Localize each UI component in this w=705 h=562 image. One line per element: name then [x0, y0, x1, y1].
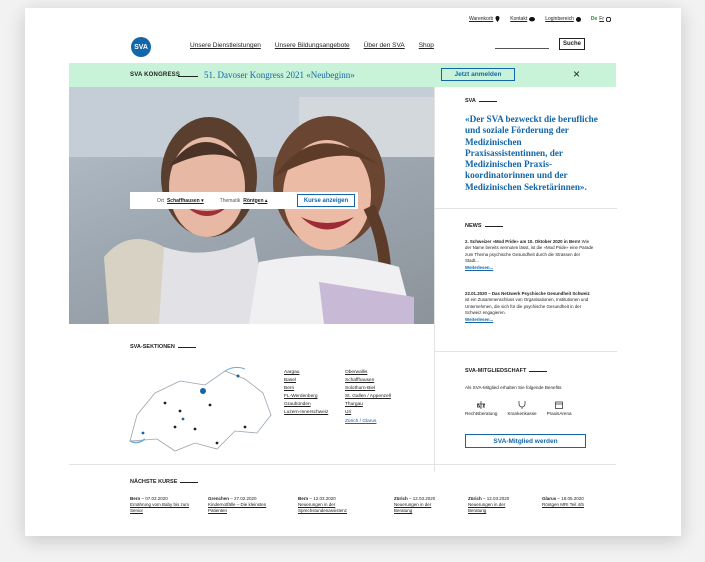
course-list: Bern – 07.03.2020 Ernährung vom Baby bis … [130, 496, 600, 515]
canton-link[interactable]: Bern [284, 386, 294, 391]
sidebar: SVA «Der SVA bezweckt die berufliche und… [434, 87, 617, 472]
location-pin-icon [495, 16, 500, 22]
news-item: 22.01.2020 – Das Netzwerk Psychische Ges… [465, 291, 590, 322]
canton-link[interactable]: Zürich / Glarus [345, 419, 376, 424]
show-courses-button[interactable]: Kurse anzeigen [297, 194, 355, 207]
chat-icon [529, 16, 536, 21]
ort-label: Ort [157, 197, 164, 204]
course-item[interactable]: Zürich – 12.03.2020 Neuerungen in der Ber… [468, 496, 524, 515]
canton-link[interactable]: FL-Werdenberg [284, 394, 318, 399]
user-icon [575, 16, 581, 22]
banner-tag: SVA KONGRESS [130, 72, 181, 78]
news-more-link[interactable]: Weiterlesen... [465, 265, 493, 270]
main-nav: Unsere Dienstleistungen Unsere Bildungsa… [190, 42, 434, 49]
canton-link[interactable]: Solothurn-Biel [345, 386, 375, 391]
courses-heading: NÄCHSTE KURSE [130, 479, 199, 485]
canton-list-1: Aargau Basel Bern FL-Werdenberg Graubünd… [284, 369, 328, 418]
register-button[interactable]: Jetzt anmelden [441, 68, 515, 81]
news-more-link[interactable]: Weiterlesen... [465, 317, 493, 322]
warenkorb-link[interactable]: Warenkorb [469, 16, 500, 22]
course-item[interactable]: Zürich – 12.03.2020 Neuerungen in der Ber… [394, 496, 450, 515]
utility-nav: Warenkorb Kontakt Loginbereich De Fr [469, 16, 611, 22]
course-item[interactable]: Bern – 12.03.2020 Neuerungen in der Sprec… [298, 496, 376, 515]
canton-link[interactable]: St. Gallen / Appenzell [345, 394, 391, 399]
canton-link[interactable]: Graubünden [284, 402, 311, 407]
course-item[interactable]: Bern – 07.03.2020 Ernährung vom Baby bis … [130, 496, 190, 515]
membership-heading: SVA-MITGLIEDSCHAFT [465, 368, 548, 374]
banner-rule [178, 76, 198, 77]
intro-quote: «Der SVA bezweckt die berufliche und soz… [465, 114, 598, 192]
ort-select[interactable]: Schaffhausen ▾ [167, 198, 204, 204]
benefit-krankenkasse: Krankenkasse [507, 401, 537, 416]
intro-heading: SVA [465, 98, 497, 104]
switzerland-map [129, 366, 272, 452]
login-link[interactable]: Loginbereich [545, 16, 581, 22]
nav-dienstleistungen[interactable]: Unsere Dienstleistungen [190, 42, 261, 49]
course-filter: Ort Schaffhausen ▾ Thematik Röntgen ▴ Ku… [130, 192, 358, 209]
canton-list-2: Oberwallis Schaffhausen Solothurn-Biel S… [345, 369, 391, 426]
course-item[interactable]: Glarus – 18.05.2020 Röntgen MRI Teil 4/5 [542, 496, 600, 515]
browser-page: Warenkorb Kontakt Loginbereich De Fr SVA … [25, 8, 681, 536]
stethoscope-icon [518, 401, 526, 409]
news-item: 2. Schweizer «Mod Pride» am 10. Oktober … [465, 239, 594, 270]
canton-link[interactable]: Aargau [284, 370, 299, 375]
canton-link[interactable]: Thurgau [345, 402, 363, 407]
globe-icon [606, 16, 611, 22]
canton-link[interactable]: Luzern-Innerschweiz [284, 410, 328, 415]
canton-link[interactable]: Schaffhausen [345, 378, 374, 383]
scales-icon [477, 401, 486, 409]
calendar-icon [555, 401, 563, 409]
nav-ueber-sva[interactable]: Über den SVA [364, 42, 405, 49]
banner-title: 51. Davoser Kongress 2021 «Neubeginn» [204, 70, 355, 80]
sva-logo[interactable]: SVA [131, 37, 151, 57]
canton-link[interactable]: Uri [345, 410, 351, 415]
become-member-button[interactable]: SVA-Mitglied werden [465, 434, 586, 448]
search-input[interactable] [495, 48, 549, 49]
benefit-rechtsberatung: Rechtsberatung [465, 401, 497, 416]
benefit-praxisarena: PraxisArena [547, 401, 572, 416]
course-item[interactable]: Grenchen – 27.02.2020 Kindernotfälle – Di… [208, 496, 280, 515]
membership-text: Als SVA-Mitglied erhalten Sie folgende B… [465, 385, 562, 390]
canton-link[interactable]: Basel [284, 378, 296, 383]
canton-link[interactable]: Oberwallis [345, 370, 367, 375]
thematik-label: Thematik [219, 197, 241, 204]
close-icon[interactable]: × [573, 67, 580, 81]
thematik-select[interactable]: Röntgen ▴ [243, 198, 267, 204]
nav-bildungsangebote[interactable]: Unsere Bildungsangebote [275, 42, 350, 49]
language-switch[interactable]: De Fr [591, 16, 611, 22]
sections-heading: SVA-SEKTIONEN [130, 344, 196, 350]
kontakt-link[interactable]: Kontakt [510, 16, 536, 22]
news-heading: NEWS [465, 223, 503, 229]
benefits: Rechtsberatung Krankenkasse PraxisArena [465, 401, 572, 416]
nav-shop[interactable]: Shop [419, 42, 434, 49]
search-button[interactable]: Suche [559, 38, 585, 50]
congress-banner: SVA KONGRESS 51. Davoser Kongress 2021 «… [69, 63, 616, 87]
